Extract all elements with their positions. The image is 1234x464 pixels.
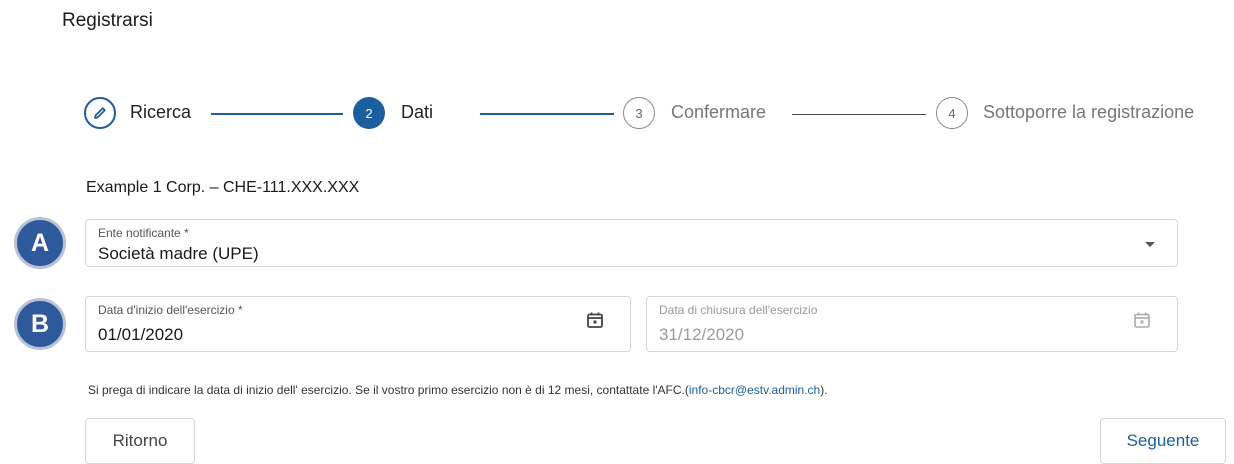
step-connector-3 bbox=[792, 114, 926, 115]
calendar-icon[interactable] bbox=[586, 311, 604, 329]
annotation-badge-b: B bbox=[14, 298, 66, 350]
annotation-badge-a: A bbox=[14, 217, 66, 269]
calendar-icon bbox=[1134, 312, 1150, 328]
back-button[interactable]: Ritorno bbox=[85, 418, 195, 464]
step-4-label: Sottoporre la registrazione bbox=[983, 102, 1195, 122]
reporting-entity-select[interactable]: Ente notificante * Società madre (UPE) bbox=[85, 219, 1178, 267]
step-1-circle[interactable] bbox=[84, 97, 116, 129]
email-link[interactable]: info-cbcr@estv.admin.ch bbox=[689, 383, 820, 397]
step-connector-2 bbox=[480, 113, 614, 115]
reporting-entity-label: Ente notificante * bbox=[98, 226, 189, 240]
end-date-value: 31/12/2020 bbox=[659, 325, 745, 344]
reporting-entity-value: Società madre (UPE) bbox=[98, 244, 259, 263]
step-2-label[interactable]: Dati bbox=[401, 102, 433, 123]
step-2-circle[interactable]: 2 bbox=[353, 97, 385, 129]
chevron-down-icon[interactable] bbox=[1145, 242, 1155, 247]
pencil-icon bbox=[94, 107, 106, 119]
start-date-field[interactable]: Data d'inizio dell'esercizio * 01/01/202… bbox=[85, 296, 631, 352]
start-date-label: Data d'inizio dell'esercizio * bbox=[98, 303, 243, 317]
helper-text: Si prega di indicare la data di inizio d… bbox=[88, 383, 828, 397]
step-3-circle: 3 bbox=[623, 97, 655, 129]
step-connector-1 bbox=[211, 113, 343, 115]
helper-text-suffix: ). bbox=[820, 383, 828, 397]
start-date-value: 01/01/2020 bbox=[98, 325, 184, 344]
helper-text-body: Si prega di indicare la data di inizio d… bbox=[88, 383, 689, 397]
step-1-label[interactable]: Ricerca bbox=[130, 102, 191, 123]
page-title: Registrarsi bbox=[62, 10, 153, 31]
next-button[interactable]: Seguente bbox=[1100, 418, 1226, 464]
end-date-field: Data di chiusura dell'esercizio 31/12/20… bbox=[646, 296, 1178, 352]
end-date-label: Data di chiusura dell'esercizio bbox=[659, 303, 818, 317]
step-3-label: Confermare bbox=[671, 102, 767, 122]
company-name: Example 1 Corp. – CHE-111.XXX.XXX bbox=[86, 179, 360, 196]
step-4-circle: 4 bbox=[936, 97, 968, 129]
